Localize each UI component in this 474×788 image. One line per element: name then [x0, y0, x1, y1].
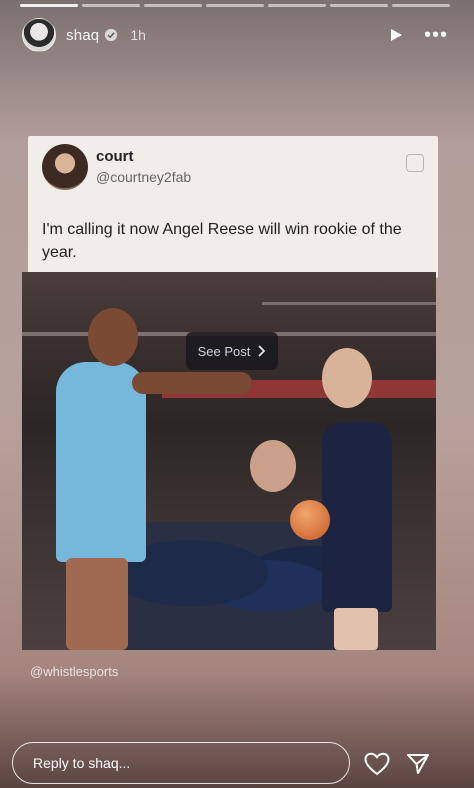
progress-segment	[82, 4, 140, 7]
post-time: 1h	[130, 27, 146, 43]
photo-fan	[250, 440, 296, 492]
username[interactable]: shaq	[66, 27, 99, 44]
tweet-author-handle: @courtney2fab	[96, 169, 192, 185]
see-post-label: See Post	[197, 343, 251, 359]
reply-placeholder: Reply to shaq...	[33, 755, 131, 771]
progress-segment	[144, 4, 202, 7]
photo-rail	[262, 302, 436, 305]
progress-segment	[206, 4, 264, 7]
progress-segment	[20, 4, 78, 7]
progress-segment	[392, 4, 450, 7]
tweet-text: I'm calling it now Angel Reese will win …	[42, 221, 402, 261]
send-icon[interactable]	[406, 752, 430, 776]
player-left-arm	[132, 372, 252, 394]
more-horizontal-icon[interactable]: •••	[424, 25, 448, 45]
player-left	[56, 362, 146, 562]
story-header: shaq 1h •••	[22, 18, 448, 52]
post-photo	[22, 272, 436, 650]
verified-badge-icon	[105, 28, 118, 42]
tweet-avatar	[42, 144, 88, 190]
avatar[interactable]	[22, 18, 56, 52]
play-icon[interactable]	[388, 27, 404, 43]
tweet-author-name: court	[96, 148, 134, 165]
heart-icon[interactable]	[364, 752, 390, 776]
story-screen: shaq 1h ••• court @courtney2fab I'm call…	[0, 0, 474, 788]
player-right-legs	[334, 608, 378, 650]
progress-segment	[268, 4, 326, 7]
basketball	[290, 500, 330, 540]
progress-segment	[330, 4, 388, 7]
tweet-card: court @courtney2fab I'm calling it now A…	[28, 136, 438, 278]
player-right-head	[322, 348, 372, 408]
player-right	[322, 422, 392, 612]
see-post-button[interactable]: See Post	[186, 332, 278, 370]
player-left-legs	[66, 558, 128, 650]
reply-input[interactable]: Reply to shaq...	[12, 742, 350, 784]
player-left-head	[88, 308, 138, 366]
platform-logo-icon	[406, 154, 424, 172]
story-progress-bar	[20, 4, 450, 7]
chevron-right-icon	[258, 345, 266, 357]
credit-handle: @whistlesports	[30, 664, 119, 679]
